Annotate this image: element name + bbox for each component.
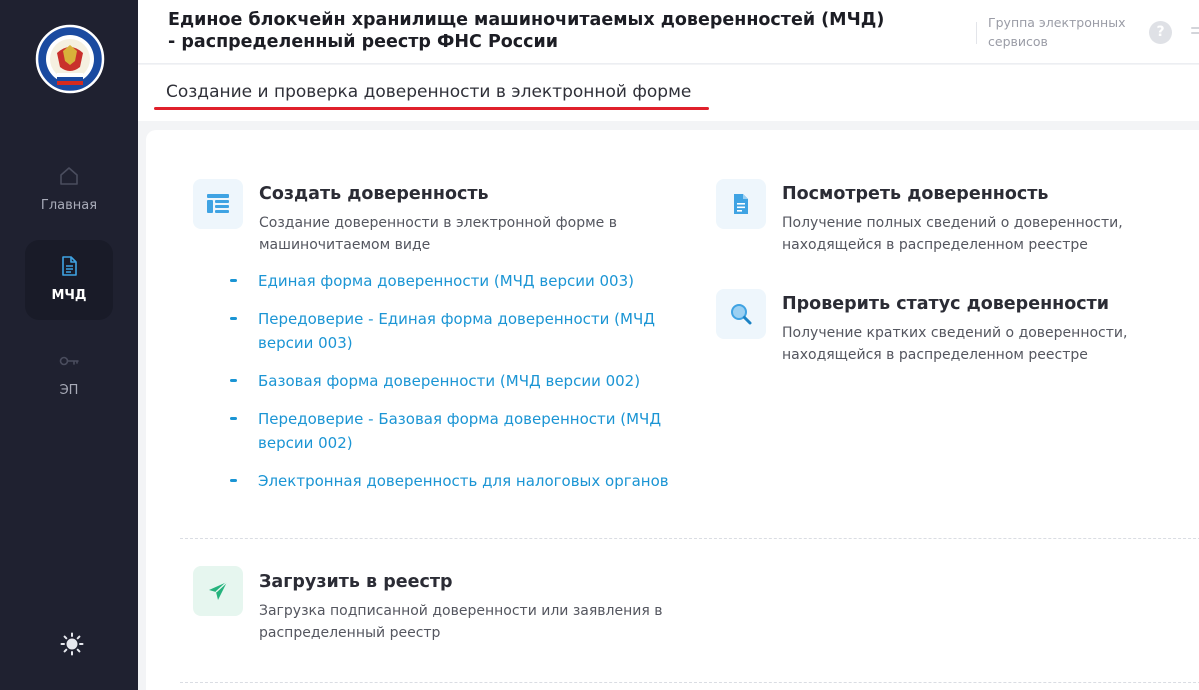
- menu-icon[interactable]: [1190, 22, 1199, 42]
- theme-toggle-button[interactable]: [60, 632, 84, 656]
- section-divider-bottom: [180, 682, 1199, 683]
- check-service-icon-box[interactable]: [716, 289, 766, 339]
- nav-item-ep[interactable]: ЭП: [25, 335, 113, 415]
- sidebar: Главная МЧД ЭП: [0, 0, 138, 690]
- upload-service-icon-box[interactable]: [193, 566, 243, 616]
- subheader: Создание и проверка доверенности в элект…: [138, 65, 1199, 121]
- check-status-description: Получение кратких сведений о доверенност…: [782, 325, 1128, 363]
- link-bullet: [230, 379, 237, 382]
- nav-item-ep-label: ЭП: [59, 383, 79, 398]
- link-text[interactable]: Электронная доверенность для налоговых о…: [258, 469, 678, 493]
- home-icon: [60, 167, 78, 185]
- search-icon: [731, 304, 752, 325]
- key-icon: [59, 356, 79, 366]
- sun-icon: [60, 632, 84, 656]
- view-service-icon-box[interactable]: [716, 179, 766, 229]
- link-bullet: [230, 417, 237, 420]
- page-title-underline: [154, 107, 709, 110]
- help-button[interactable]: ?: [1149, 21, 1172, 44]
- check-status-title[interactable]: Проверить статус доверенности: [782, 294, 1109, 314]
- create-service-icon-box[interactable]: [193, 179, 243, 229]
- fns-emblem-logo[interactable]: [35, 23, 105, 95]
- link-text[interactable]: Единая форма доверенности (МЧД версии 00…: [258, 269, 678, 293]
- page-title: Создание и проверка доверенности в элект…: [166, 82, 692, 102]
- upload-to-registry-title[interactable]: Загрузить в реестр: [259, 572, 453, 592]
- upload-to-registry-description: Загрузка подписанной доверенности или за…: [259, 603, 663, 641]
- link-bullet: [230, 279, 237, 282]
- create-proxy-description: Создание доверенности в электронной форм…: [259, 215, 617, 253]
- services-panel: Создать доверенность Создание довереннос…: [146, 130, 1199, 690]
- link-bullet: [230, 317, 237, 320]
- document-icon: [62, 256, 77, 276]
- link-text[interactable]: Базовая форма доверенности (МЧД версии 0…: [258, 369, 678, 393]
- create-proxy-title[interactable]: Создать доверенность: [259, 184, 489, 204]
- nav-item-mchd[interactable]: МЧД: [25, 240, 113, 320]
- nav-item-mchd-label: МЧД: [51, 288, 87, 303]
- link-bullet: [230, 479, 237, 482]
- form-icon: [207, 194, 229, 213]
- link-text[interactable]: Передоверие - Единая форма доверенности …: [258, 307, 678, 355]
- file-text-icon: [734, 194, 748, 214]
- header: Единое блокчейн хранилище машиночитаемых…: [138, 0, 1199, 64]
- view-proxy-title[interactable]: Посмотреть доверенность: [782, 184, 1049, 204]
- send-icon: [209, 581, 228, 600]
- link-text[interactable]: Передоверие - Базовая форма доверенности…: [258, 407, 678, 455]
- group-services-link[interactable]: Группа электронных сервисов: [988, 13, 1138, 51]
- nav-item-home-label: Главная: [40, 198, 98, 213]
- header-title: Единое блокчейн хранилище машиночитаемых…: [168, 10, 885, 52]
- view-proxy-description: Получение полных сведений о доверенности…: [782, 215, 1123, 253]
- section-divider: [180, 538, 1199, 539]
- nav-item-home[interactable]: Главная: [25, 150, 113, 230]
- header-divider: [976, 22, 977, 44]
